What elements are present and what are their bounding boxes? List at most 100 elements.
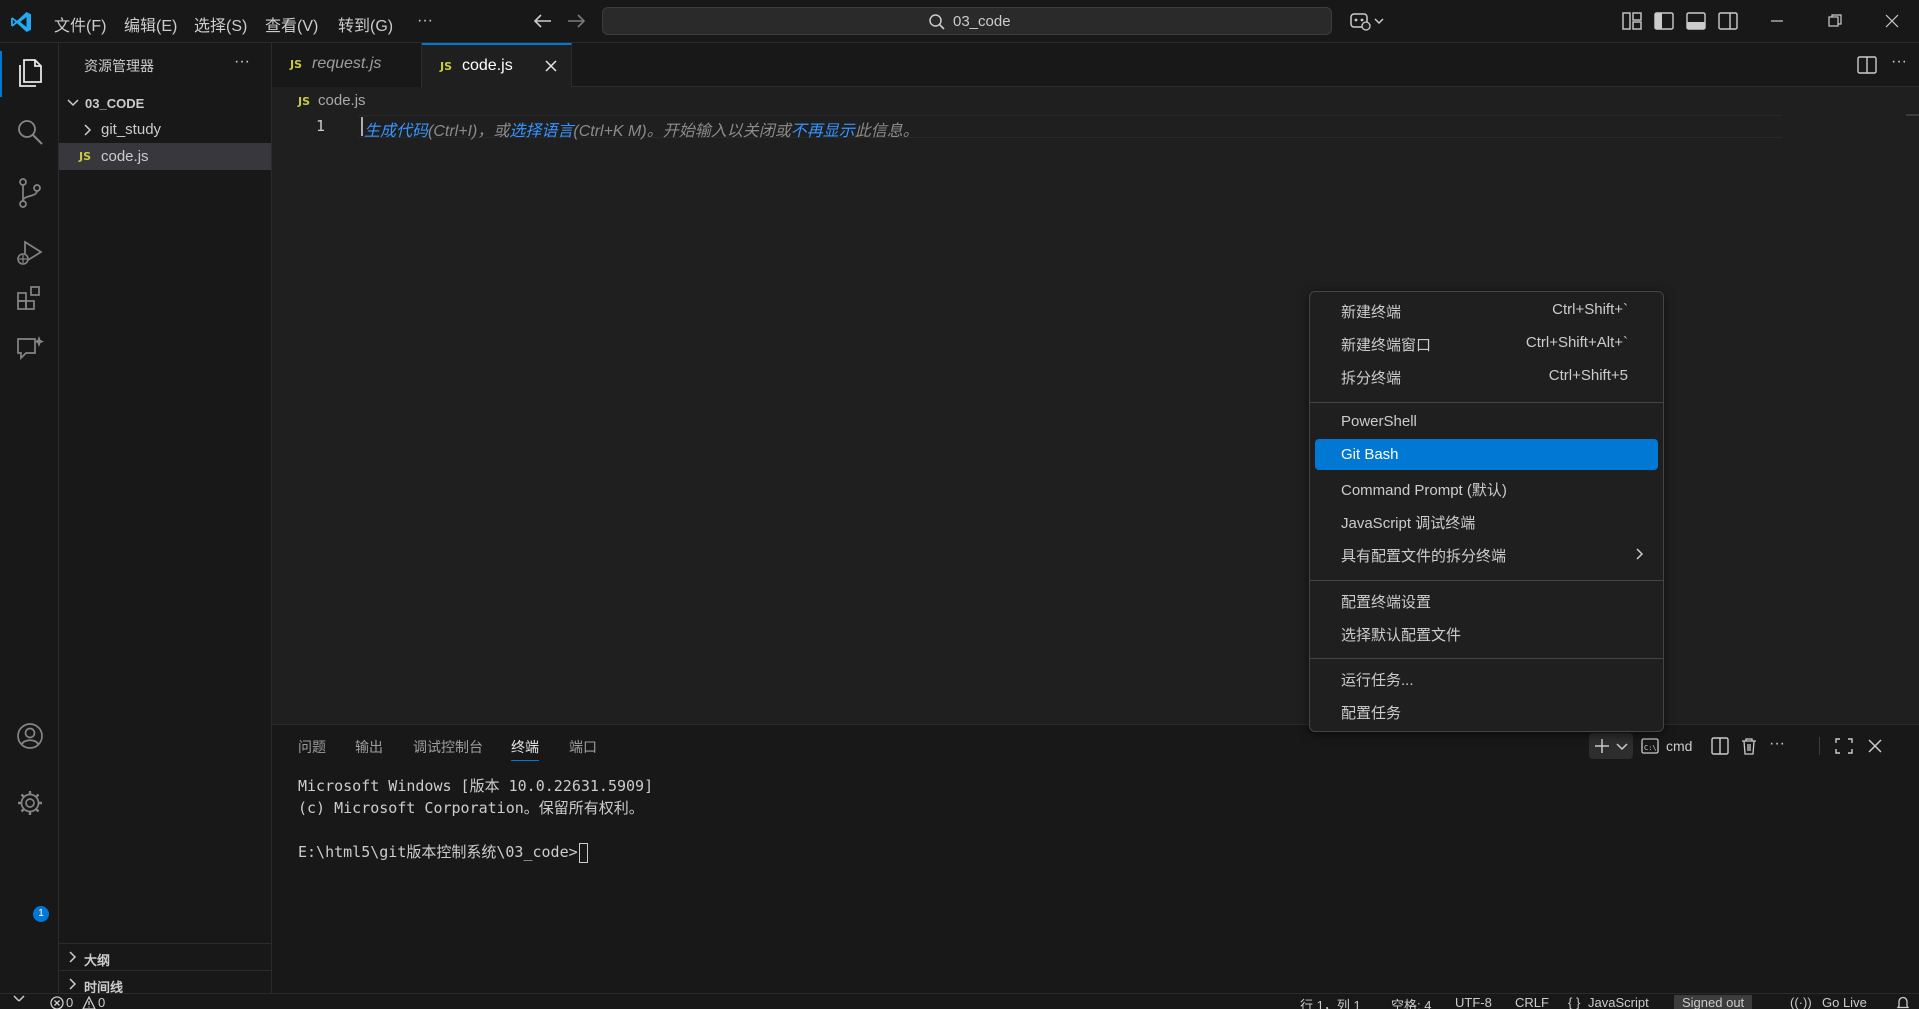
terminal-name[interactable]: cmd bbox=[1666, 738, 1692, 754]
navigate-back-icon[interactable] bbox=[533, 12, 553, 30]
menu-item-run-task[interactable]: 运行任务... bbox=[1315, 662, 1658, 693]
copilot-icon[interactable] bbox=[1350, 11, 1390, 31]
menu-item-label: 新建终端 bbox=[1341, 304, 1402, 321]
close-panel-icon[interactable] bbox=[1865, 737, 1885, 755]
panel-tab-terminal[interactable]: 终端 bbox=[511, 737, 539, 761]
panel-tab-problems[interactable]: 问题 bbox=[298, 737, 326, 757]
split-editor-icon[interactable] bbox=[1857, 56, 1877, 74]
restore-icon[interactable] bbox=[1825, 12, 1845, 30]
terminal-cursor bbox=[578, 842, 588, 863]
select-language-link[interactable]: 选择语言 bbox=[509, 123, 573, 140]
source-control-icon[interactable] bbox=[15, 177, 45, 209]
minimize-icon[interactable] bbox=[1767, 12, 1787, 30]
menu-separator bbox=[1310, 402, 1663, 403]
menu-more[interactable]: ··· bbox=[417, 12, 433, 30]
menu-file[interactable]: 文件(F) bbox=[54, 12, 106, 36]
encoding[interactable]: UTF-8 bbox=[1455, 995, 1492, 1009]
tab-code-js[interactable]: JS code.js bbox=[422, 43, 572, 87]
command-center-label: 03_code bbox=[953, 13, 1011, 30]
go-live-button[interactable]: Go Live bbox=[1822, 995, 1867, 1009]
menu-separator bbox=[1310, 580, 1663, 581]
customize-layout-icon[interactable] bbox=[1622, 12, 1642, 30]
cursor-position[interactable]: 行 1，列 1 bbox=[1300, 995, 1361, 1009]
menu-item-js-debug-terminal[interactable]: JavaScript 调试终端 bbox=[1315, 505, 1658, 536]
menu-selection[interactable]: 选择(S) bbox=[194, 12, 247, 36]
launch-profile-dropdown-icon[interactable] bbox=[1615, 738, 1629, 754]
close-window-icon[interactable] bbox=[1882, 12, 1902, 30]
chevron-down-icon bbox=[66, 96, 80, 110]
menu-view[interactable]: 查看(V) bbox=[265, 12, 318, 36]
toggle-panel-icon[interactable] bbox=[1686, 12, 1706, 30]
extensions-icon[interactable] bbox=[15, 284, 45, 314]
menu-item-new-terminal[interactable]: 新建终端 Ctrl+Shift+` bbox=[1315, 294, 1658, 325]
chat-icon[interactable] bbox=[15, 333, 45, 363]
menu-item-command-prompt[interactable]: Command Prompt (默认) bbox=[1315, 472, 1658, 503]
generate-code-link[interactable]: 生成代码 bbox=[364, 123, 428, 140]
navigate-forward-icon[interactable] bbox=[566, 12, 586, 30]
menu-item-powershell[interactable]: PowerShell bbox=[1315, 406, 1658, 437]
outline-section[interactable]: 大纲 bbox=[59, 943, 271, 970]
tree-folder-git-study[interactable]: git_study bbox=[59, 116, 271, 143]
dont-show-again-link[interactable]: 不再显示 bbox=[791, 123, 855, 140]
editor-more-actions[interactable]: ··· bbox=[1891, 53, 1907, 71]
line-number: 1 bbox=[316, 117, 326, 135]
minimap[interactable] bbox=[1906, 114, 1919, 116]
panel-tab-debug-console[interactable]: 调试控制台 bbox=[413, 737, 483, 757]
menu-item-split-with-profile[interactable]: 具有配置文件的拆分终端 bbox=[1315, 538, 1658, 569]
menu-item-new-terminal-window[interactable]: 新建终端窗口 Ctrl+Shift+Alt+` bbox=[1315, 327, 1658, 358]
close-tab-icon[interactable] bbox=[544, 59, 558, 73]
run-debug-icon[interactable] bbox=[15, 237, 45, 267]
language-mode[interactable]: JavaScript bbox=[1588, 995, 1649, 1009]
signed-out-status[interactable]: Signed out bbox=[1674, 995, 1753, 1009]
activity-bar: 1 bbox=[0, 43, 59, 993]
search-icon[interactable] bbox=[15, 117, 45, 147]
menu-item-select-default-profile[interactable]: 选择默认配置文件 bbox=[1315, 617, 1658, 648]
menu-item-configure-tasks[interactable]: 配置任务 bbox=[1315, 695, 1658, 726]
panel-tab-ports[interactable]: 端口 bbox=[569, 737, 597, 757]
explorer-icon[interactable] bbox=[15, 56, 45, 88]
kill-terminal-trash-icon[interactable] bbox=[1739, 737, 1759, 755]
command-center-search[interactable]: 03_code bbox=[602, 7, 1332, 35]
error-icon[interactable] bbox=[50, 996, 64, 1009]
warning-count: 0 bbox=[98, 995, 106, 1009]
account-badge: 1 bbox=[33, 906, 49, 922]
menu-item-label: Git Bash bbox=[1341, 446, 1399, 463]
menu-item-split-terminal[interactable]: 拆分终端 Ctrl+Shift+5 bbox=[1315, 360, 1658, 391]
menu-item-git-bash[interactable]: Git Bash bbox=[1315, 439, 1658, 470]
braces-icon: { } bbox=[1568, 995, 1581, 1009]
tree-file-code-js[interactable]: JS code.js bbox=[59, 143, 271, 170]
terminal-prompt-line: E:\html5\git版本控制系统\03_code> bbox=[298, 841, 653, 863]
chevron-right-icon bbox=[66, 977, 80, 991]
menu-edit[interactable]: 编辑(E) bbox=[124, 12, 177, 36]
tab-request-js[interactable]: JS request.js bbox=[272, 43, 422, 87]
terminal-output[interactable]: Microsoft Windows [版本 10.0.22631.5909] (c… bbox=[298, 775, 653, 863]
tab-label: code.js bbox=[462, 57, 513, 74]
menu-separator bbox=[1310, 658, 1663, 659]
menu-item-label: 选择默认配置文件 bbox=[1341, 627, 1462, 644]
split-terminal-icon[interactable] bbox=[1710, 737, 1730, 755]
maximize-panel-icon[interactable] bbox=[1834, 737, 1854, 755]
remote-indicator-icon[interactable] bbox=[0, 994, 38, 1009]
new-terminal-plus-icon[interactable] bbox=[1593, 737, 1611, 755]
sidebar-more-actions[interactable]: ··· bbox=[234, 53, 250, 71]
broadcast-icon: ((·)) bbox=[1790, 995, 1812, 1009]
panel-more-actions[interactable]: ··· bbox=[1769, 735, 1785, 753]
text-cursor bbox=[361, 117, 363, 136]
panel-tab-output[interactable]: 输出 bbox=[355, 737, 383, 757]
menu-item-label: PowerShell bbox=[1341, 413, 1417, 430]
warning-icon[interactable] bbox=[82, 996, 96, 1009]
breadcrumb[interactable]: JS code.js bbox=[298, 92, 366, 109]
menu-go[interactable]: 转到(G) bbox=[338, 12, 393, 36]
notifications-bell-icon[interactable] bbox=[1895, 995, 1911, 1009]
outline-label: 大纲 bbox=[84, 953, 111, 968]
toggle-primary-sidebar-icon[interactable] bbox=[1654, 12, 1674, 30]
end-of-line[interactable]: CRLF bbox=[1515, 995, 1549, 1009]
indentation[interactable]: 空格: 4 bbox=[1391, 995, 1431, 1009]
toggle-secondary-sidebar-icon[interactable] bbox=[1718, 12, 1738, 30]
tree-folder-root[interactable]: 03_CODE bbox=[59, 89, 271, 116]
menu-item-configure-terminal-settings[interactable]: 配置终端设置 bbox=[1315, 584, 1658, 615]
account-icon[interactable] bbox=[15, 721, 45, 751]
hint-text: 此信息。 bbox=[854, 123, 919, 140]
settings-gear-icon[interactable] bbox=[15, 788, 45, 818]
search-icon bbox=[928, 13, 946, 31]
